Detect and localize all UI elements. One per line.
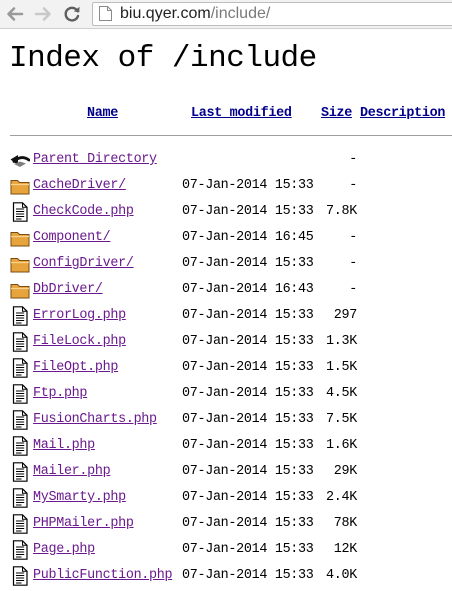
listing-row: Parent Directory - [10,146,452,172]
file-link[interactable]: FusionCharts.php [33,410,157,430]
file-size: - [349,152,357,167]
listing-row: Mail.php 07-Jan-2014 15:33 1.6K [10,432,452,458]
file-icon [10,514,30,534]
listing-row: CacheDriver/07-Jan-2014 15:33 - [10,172,452,198]
file-size: - [349,178,357,193]
last-modified-date: 07-Jan-2014 15:33 [182,490,314,505]
last-modified-date: 07-Jan-2014 16:43 [182,282,314,297]
last-modified-date: 07-Jan-2014 15:33 [182,464,314,479]
file-size: - [349,282,357,297]
file-link[interactable]: FileOpt.php [33,358,118,378]
last-modified-date: 07-Jan-2014 15:33 [182,542,314,557]
last-modified-date: 07-Jan-2014 15:33 [182,308,314,323]
file-icon [10,306,30,326]
file-size: 297 [333,308,358,323]
file-size: 1.5K [326,360,357,375]
last-modified-date: 07-Jan-2014 15:33 [182,568,314,583]
file-icon [10,488,30,508]
folder-icon [10,176,30,196]
listing-row: ErrorLog.php 07-Jan-2014 15:33 297 [10,302,452,328]
folder-icon [10,280,30,300]
folder-icon [10,228,30,248]
column-header-description[interactable]: Description [360,104,445,124]
parent-directory-link[interactable]: Parent Directory [33,150,157,170]
file-size: - [349,256,357,271]
file-icon [10,436,30,456]
last-modified-date: 07-Jan-2014 15:33 [182,178,314,193]
file-size: 12K [333,542,358,557]
last-modified-date: 07-Jan-2014 15:33 [182,256,314,271]
listing-row: CheckCode.php 07-Jan-2014 15:33 7.8K [10,198,452,224]
file-icon [10,332,30,352]
file-link[interactable]: Component/ [33,228,111,248]
file-size: 7.8K [326,204,357,219]
last-modified-date: 07-Jan-2014 15:33 [182,204,314,219]
last-modified-date: 07-Jan-2014 15:33 [182,360,314,375]
file-size: 29K [333,464,358,479]
file-size: 4.5K [326,386,357,401]
file-size: 78K [333,516,358,531]
listing-row: FileLock.php 07-Jan-2014 15:33 1.3K [10,328,452,354]
file-link[interactable]: MySmarty.php [33,488,126,508]
file-link[interactable]: Mailer.php [33,462,111,482]
file-size: - [349,230,357,245]
file-icon [10,384,30,404]
last-modified-date: 07-Jan-2014 15:33 [182,334,314,349]
file-link[interactable]: DbDriver/ [33,280,103,300]
listing-row: Page.php 07-Jan-2014 15:33 12K [10,536,452,562]
column-header-last-modified[interactable]: Last modified [191,104,292,124]
header-divider [10,135,452,136]
file-icon [10,410,30,430]
directory-listing: Name Last modified Size Description Pare… [10,0,452,586]
listing-row: Ftp.php 07-Jan-2014 15:33 4.5K [10,380,452,406]
file-size: 4.0K [326,568,357,583]
listing-row: MySmarty.php 07-Jan-2014 15:33 2.4K [10,484,452,510]
last-modified-date: 07-Jan-2014 16:45 [182,230,314,245]
last-modified-date: 07-Jan-2014 15:33 [182,386,314,401]
file-size: 1.3K [326,334,357,349]
listing-row: PublicFunction.php 07-Jan-2014 15:33 4.0K [10,562,452,588]
listing-row: DbDriver/07-Jan-2014 16:43 - [10,276,452,302]
file-link[interactable]: ConfigDriver/ [33,254,134,274]
file-size: 2.4K [326,490,357,505]
last-modified-date: 07-Jan-2014 15:33 [182,516,314,531]
file-size: 7.5K [326,412,357,427]
parent-directory-icon [10,150,31,170]
listing-row: Component/07-Jan-2014 16:45 - [10,224,452,250]
listing-row: FileOpt.php 07-Jan-2014 15:33 1.5K [10,354,452,380]
file-icon [10,358,30,378]
file-icon [10,462,30,482]
file-link[interactable]: Mail.php [33,436,95,456]
file-size: 1.6K [326,438,357,453]
last-modified-date: 07-Jan-2014 15:33 [182,412,314,427]
file-link[interactable]: CheckCode.php [33,202,134,222]
column-header-size[interactable]: Size [321,104,352,124]
file-link[interactable]: PublicFunction.php [33,566,173,586]
file-link[interactable]: PHPMailer.php [33,514,134,534]
file-link[interactable]: CacheDriver/ [33,176,126,196]
folder-icon [10,254,30,274]
file-link[interactable]: Page.php [33,540,95,560]
column-header-name[interactable]: Name [87,104,118,124]
file-link[interactable]: Ftp.php [33,384,87,404]
listing-row: FusionCharts.php 07-Jan-2014 15:33 7.5K [10,406,452,432]
file-icon [10,540,30,560]
file-link[interactable]: FileLock.php [33,332,126,352]
file-icon [10,566,30,586]
last-modified-date: 07-Jan-2014 15:33 [182,438,314,453]
listing-row: PHPMailer.php 07-Jan-2014 15:33 78K [10,510,452,536]
listing-row: Mailer.php 07-Jan-2014 15:33 29K [10,458,452,484]
file-link[interactable]: ErrorLog.php [33,306,126,326]
file-icon [10,202,30,222]
listing-row: ConfigDriver/07-Jan-2014 15:33 - [10,250,452,276]
